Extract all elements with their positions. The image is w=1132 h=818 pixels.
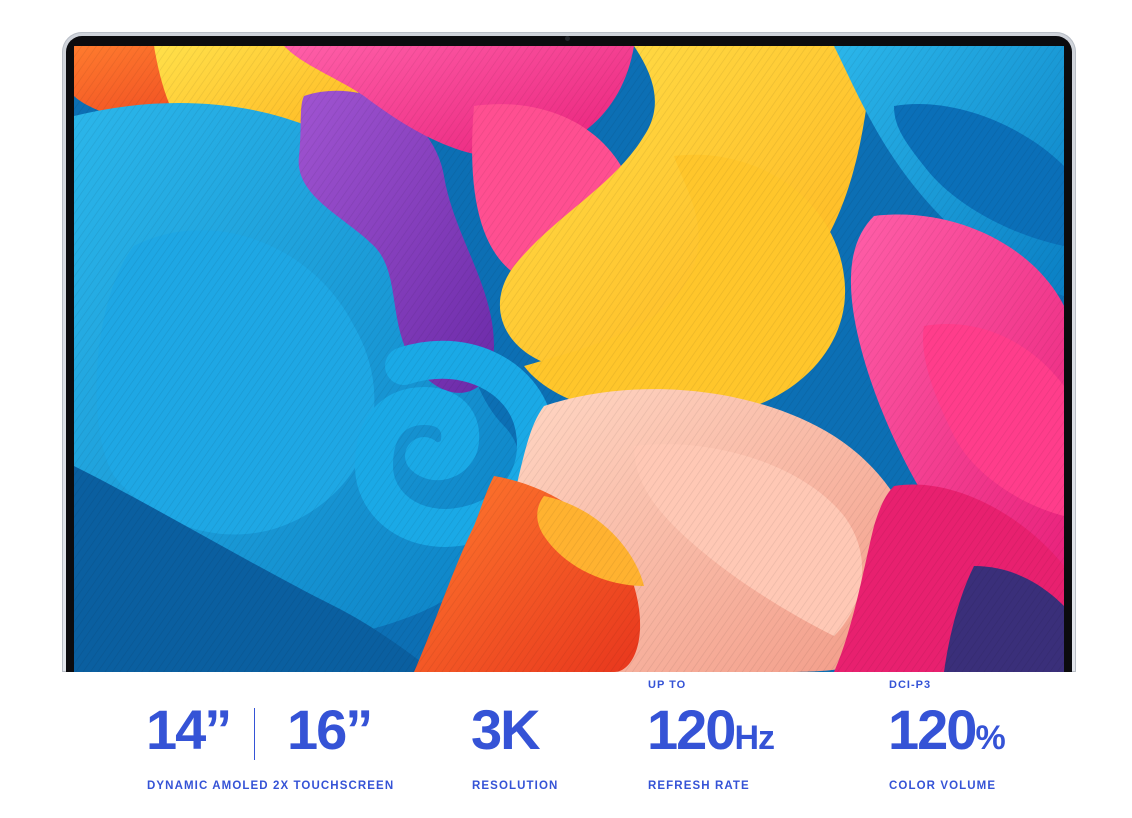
resolution-caption: RESOLUTION [472, 780, 559, 792]
color-value-group: 120% [888, 698, 1006, 770]
webcam-icon [565, 36, 570, 41]
laptop-bezel [62, 32, 1076, 672]
wallpaper-swirl-image [74, 46, 1064, 672]
refresh-value: 120 [647, 698, 736, 761]
resolution-value: 3K [471, 698, 541, 761]
size-16-value: 16” [287, 698, 373, 761]
display-specs-row: 14” 16” DYNAMIC AMOLED 2X TOUCHSCREEN 3K… [0, 672, 1132, 818]
refresh-kicker: UP TO [648, 679, 687, 691]
color-unit: % [975, 719, 1005, 757]
size-caption: DYNAMIC AMOLED 2X TOUCHSCREEN [147, 780, 395, 792]
color-caption: COLOR VOLUME [889, 780, 997, 792]
size-divider [254, 708, 255, 760]
refresh-unit: Hz [734, 719, 775, 757]
refresh-value-group: 120Hz [647, 698, 775, 770]
product-display-banner: 14” 16” DYNAMIC AMOLED 2X TOUCHSCREEN 3K… [0, 0, 1132, 818]
laptop-screen [74, 46, 1064, 672]
color-value: 120 [888, 698, 977, 761]
refresh-caption: REFRESH RATE [648, 780, 750, 792]
color-kicker: DCI-P3 [889, 679, 932, 691]
size-14-value: 14” [146, 698, 232, 761]
